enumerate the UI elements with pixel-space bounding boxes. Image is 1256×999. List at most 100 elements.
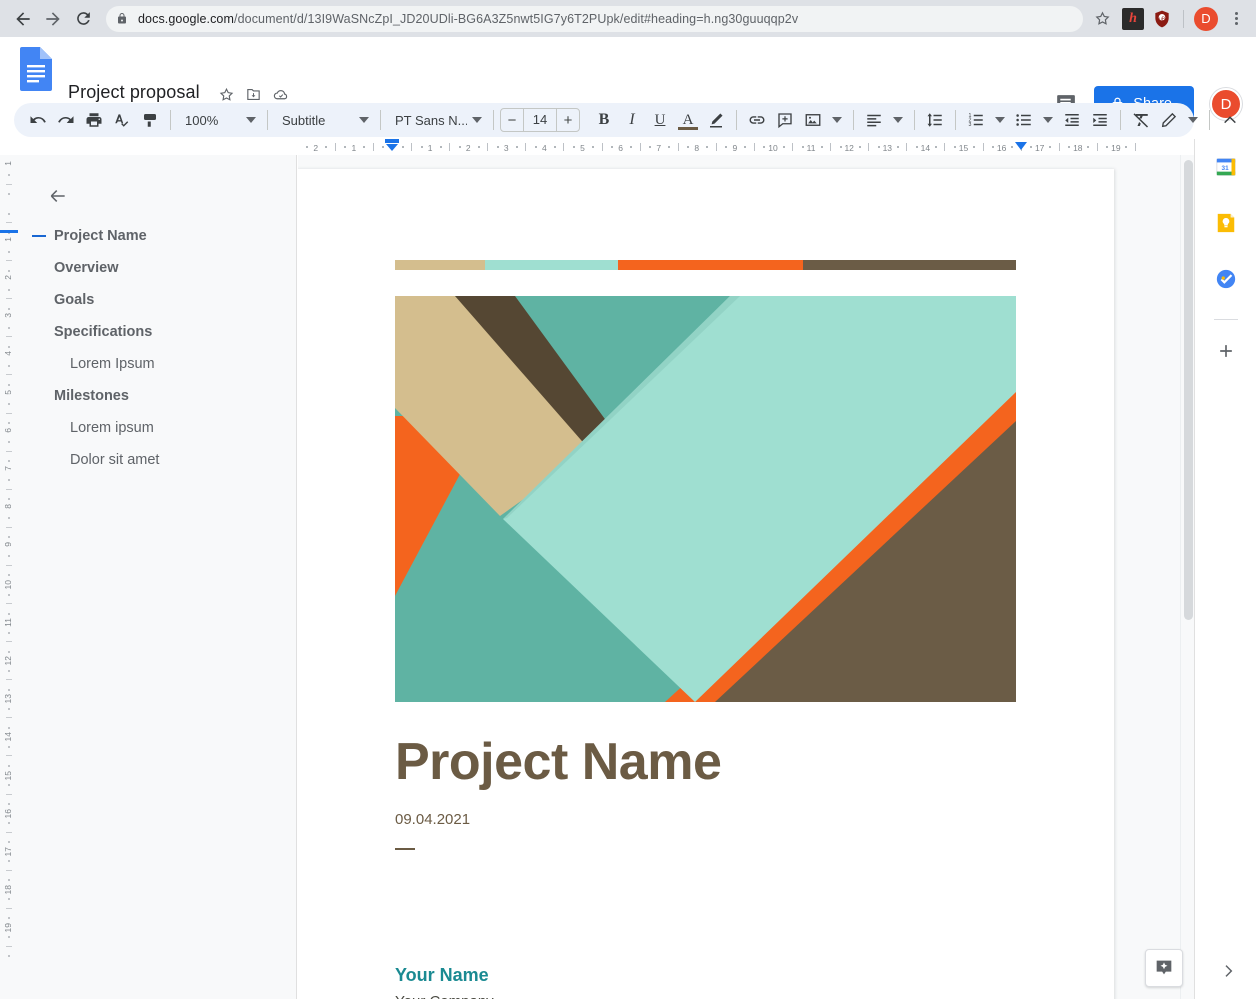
ruler-minor-mark <box>306 146 309 148</box>
document-title[interactable]: Project proposal <box>68 82 200 103</box>
add-ons-plus-icon[interactable] <box>1212 337 1240 365</box>
vertical-ruler-minor-mark <box>8 726 10 729</box>
scrollbar-thumb[interactable] <box>1184 160 1193 620</box>
vertical-ruler-minor-mark <box>6 869 12 871</box>
move-to-folder-icon[interactable] <box>245 86 262 103</box>
outline-item-label: Lorem Ipsum <box>70 356 155 372</box>
ruler-minor-mark <box>1068 146 1071 148</box>
vertical-ruler-minor-mark <box>6 222 12 224</box>
collapse-toolbar-button[interactable] <box>1216 106 1244 134</box>
outline-item-specifications[interactable]: Specifications <box>18 316 296 348</box>
outline-item-goals[interactable]: Goals <box>18 284 296 316</box>
outline-item-milestones[interactable]: Milestones <box>18 380 296 412</box>
ruler-minor-mark <box>592 146 595 148</box>
document-date[interactable]: 09.04.2021 <box>395 811 470 828</box>
document-scrollbar[interactable] <box>1180 155 1194 999</box>
browser-menu-kebab-icon[interactable] <box>1224 7 1248 31</box>
document-heading[interactable]: Project Name <box>395 732 722 792</box>
undo-button[interactable] <box>24 106 52 134</box>
google-docs-logo-icon[interactable] <box>18 47 54 91</box>
outline-item-lorem-ipsum[interactable]: Lorem Ipsum <box>18 348 296 380</box>
horizontal-ruler-ticks: 2 1 1 2 3 4 5 6 7 8 9 10 11 12 13 14 15 16 17 18 19 <box>297 139 1143 155</box>
address-bar[interactable]: docs.google.com/document/d/13I9WaSNcZpI_… <box>106 5 1083 32</box>
star-doc-icon[interactable] <box>218 86 235 103</box>
outline-item-lorem-ipsum[interactable]: Lorem ipsum <box>18 412 296 444</box>
insert-link-button[interactable] <box>743 106 771 134</box>
paint-format-button[interactable] <box>136 106 164 134</box>
browser-profile-avatar[interactable]: D <box>1194 6 1218 31</box>
outline-item-project-name[interactable]: Project Name <box>18 220 296 252</box>
font-size-value[interactable]: 14 <box>523 109 557 131</box>
ruler-tick-label: 1 <box>351 143 357 153</box>
back-button[interactable] <box>8 4 38 34</box>
hypothesis-extension-icon[interactable]: h <box>1122 7 1144 30</box>
vertical-ruler-minor-mark <box>8 898 10 901</box>
ublock-origin-extension-icon[interactable]: uB <box>1151 8 1173 30</box>
line-spacing-button[interactable] <box>921 106 949 134</box>
vertical-ruler-margin-marker[interactable] <box>0 230 18 233</box>
google-tasks-icon[interactable] <box>1212 265 1240 293</box>
vertical-ruler-minor-mark <box>6 260 12 262</box>
vertical-ruler-tick-label: 2 <box>3 275 13 280</box>
insert-image-button[interactable] <box>799 106 847 134</box>
print-button[interactable] <box>80 106 108 134</box>
ruler-minor-mark <box>363 146 366 148</box>
font-size-stepper[interactable]: − 14 + <box>500 108 580 132</box>
document-canvas[interactable]: Project Name 09.04.2021 Your Name Your C… <box>298 155 1194 999</box>
vertical-ruler-minor-mark <box>8 631 10 634</box>
outline-item-label: Project Name <box>54 228 147 244</box>
decrease-font-size-button[interactable]: − <box>501 109 523 131</box>
spellcheck-button[interactable] <box>108 106 136 134</box>
left-indent-marker-icon[interactable] <box>385 138 399 156</box>
toolbar-divider <box>267 110 268 130</box>
reload-button[interactable] <box>68 4 98 34</box>
text-color-button[interactable]: A <box>674 106 702 134</box>
font-family-selector[interactable]: PT Sans N... <box>387 113 487 128</box>
zoom-selector[interactable]: 100% <box>177 113 261 128</box>
author-company[interactable]: Your Company <box>395 993 494 999</box>
vertical-ruler-minor-mark <box>6 679 12 681</box>
numbered-list-button[interactable]: 123 <box>962 106 1010 134</box>
author-name[interactable]: Your Name <box>395 965 489 986</box>
vertical-ruler-minor-mark <box>8 784 10 787</box>
horizontal-ruler[interactable]: 2 1 1 2 3 4 5 6 7 8 9 10 11 12 13 14 15 16 17 18 19 <box>297 139 1143 155</box>
material-design-abstract-hero-image[interactable] <box>395 296 1016 702</box>
ruler-minor-mark <box>839 146 842 148</box>
cloud-saved-icon[interactable] <box>272 86 290 103</box>
ruler-minor-mark <box>411 143 413 151</box>
google-keep-icon[interactable] <box>1212 209 1240 237</box>
ruler-minor-mark <box>334 143 336 151</box>
ruler-minor-mark <box>401 146 404 148</box>
ruler-minor-mark <box>439 146 442 148</box>
highlight-color-button[interactable] <box>702 106 730 134</box>
redo-button[interactable] <box>52 106 80 134</box>
increase-indent-button[interactable] <box>1086 106 1114 134</box>
add-comment-button[interactable] <box>771 106 799 134</box>
google-calendar-icon[interactable]: 31 <box>1212 153 1240 181</box>
underline-button[interactable]: U <box>646 106 674 134</box>
vertical-ruler-tick-label: 17 <box>3 846 13 857</box>
right-indent-marker-icon[interactable] <box>1014 142 1028 154</box>
bulleted-list-button[interactable] <box>1010 106 1058 134</box>
close-outline-button[interactable] <box>44 182 72 210</box>
editing-mode-button[interactable] <box>1155 106 1203 134</box>
bookmark-button[interactable] <box>1089 6 1115 32</box>
chevron-down-icon <box>241 117 261 123</box>
outline-item-overview[interactable]: Overview <box>18 252 296 284</box>
explore-button[interactable] <box>1145 949 1183 987</box>
vertical-ruler-minor-mark <box>8 822 10 825</box>
increase-font-size-button[interactable]: + <box>557 109 579 131</box>
document-page[interactable]: Project Name 09.04.2021 Your Name Your C… <box>298 169 1114 999</box>
align-button[interactable] <box>860 106 908 134</box>
expand-panel-button[interactable] <box>1214 957 1242 985</box>
outline-item-dolor-sit-amet[interactable]: Dolor sit amet <box>18 444 296 476</box>
bold-button[interactable]: B <box>590 106 618 134</box>
italic-button[interactable]: I <box>618 106 646 134</box>
forward-button[interactable] <box>38 4 68 34</box>
paragraph-style-selector[interactable]: Subtitle <box>274 113 374 128</box>
vertical-ruler-minor-mark <box>8 326 10 329</box>
formatting-toolbar: 100% Subtitle PT Sans N... − 14 + B I U … <box>14 103 1236 137</box>
vertical-ruler[interactable]: 1 1 2 3 4 5 6 7 8 9 10 11 12 13 14 15 16 17 18 19 <box>0 155 18 999</box>
clear-formatting-button[interactable] <box>1127 106 1155 134</box>
decrease-indent-button[interactable] <box>1058 106 1086 134</box>
